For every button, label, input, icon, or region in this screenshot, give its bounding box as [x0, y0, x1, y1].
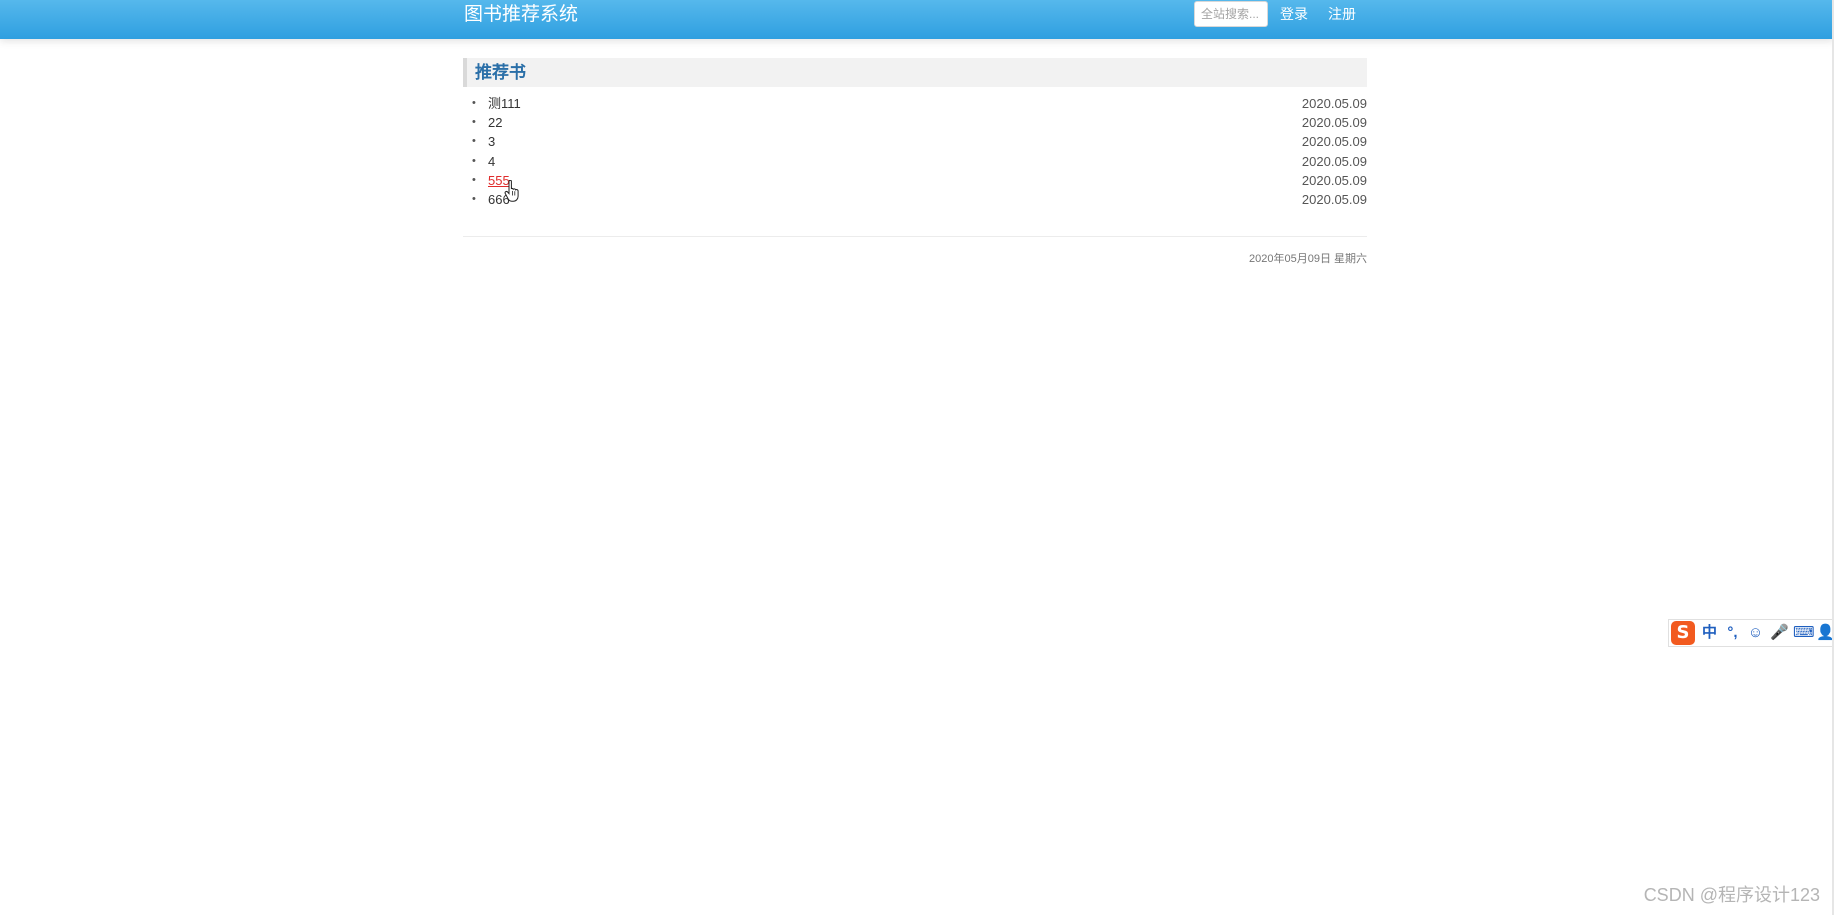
book-list-item: • 测111 2020.05.09	[463, 94, 1367, 113]
book-list-item: • 22 2020.05.09	[463, 113, 1367, 132]
book-date: 2020.05.09	[1301, 191, 1367, 207]
punctuation-icon[interactable]: °,	[1724, 623, 1741, 643]
top-navbar: 图书推荐系统 登录 注册	[0, 0, 1834, 39]
hand-pointer-cursor-icon	[504, 180, 519, 202]
book-date: 2020.05.09	[1301, 172, 1367, 188]
book-title-link[interactable]: 3	[488, 132, 495, 151]
book-title-link[interactable]: 4	[488, 152, 495, 171]
bullet-icon: •	[472, 97, 476, 109]
section-title: 推荐书	[475, 63, 526, 82]
book-list-item: • 666 2020.05.09	[463, 190, 1367, 209]
user-icon[interactable]: 👤	[1816, 623, 1834, 643]
sogou-logo-icon[interactable]: S	[1671, 621, 1695, 645]
book-date: 2020.05.09	[1301, 153, 1367, 169]
book-list: • 测111 2020.05.09 • 22 2020.05.09 • 3 20…	[463, 94, 1367, 209]
bullet-icon: •	[472, 116, 476, 129]
bullet-icon: •	[472, 154, 476, 167]
ime-toolbar[interactable]: S 中 °, ☺ 🎤 ⌨ 👤	[1668, 619, 1834, 647]
book-date: 2020.05.09	[1301, 96, 1367, 111]
bullet-icon: •	[472, 135, 476, 148]
site-title[interactable]: 图书推荐系统	[464, 3, 578, 27]
section-header: 推荐书	[463, 58, 1367, 87]
content-divider	[463, 236, 1367, 237]
book-date: 2020.05.09	[1301, 134, 1367, 150]
recommend-section: 推荐书 • 测111 2020.05.09 • 22 2020.05.09 • …	[463, 58, 1367, 209]
footer-date: 2020年05月09日 星期六	[1249, 253, 1367, 265]
book-title-link[interactable]: 22	[488, 113, 502, 132]
csdn-watermark: CSDN @程序设计123	[1643, 885, 1820, 905]
microphone-icon[interactable]: 🎤	[1770, 623, 1789, 643]
search-input[interactable]	[1194, 1, 1268, 27]
emoji-icon[interactable]: ☺	[1747, 623, 1764, 643]
login-link[interactable]: 登录	[1280, 6, 1308, 22]
book-title-link[interactable]: 测111	[488, 94, 521, 113]
register-link[interactable]: 注册	[1328, 6, 1356, 22]
bullet-icon: •	[472, 192, 476, 205]
book-list-item: • 3 2020.05.09	[463, 132, 1367, 151]
keyboard-icon[interactable]: ⌨	[1793, 623, 1815, 643]
bullet-icon: •	[472, 173, 476, 186]
book-list-item: • 4 2020.05.09	[463, 152, 1367, 171]
book-date: 2020.05.09	[1301, 115, 1367, 131]
chinese-mode-icon[interactable]: 中	[1701, 623, 1718, 643]
book-list-item: • 555 2020.05.09	[463, 171, 1367, 190]
